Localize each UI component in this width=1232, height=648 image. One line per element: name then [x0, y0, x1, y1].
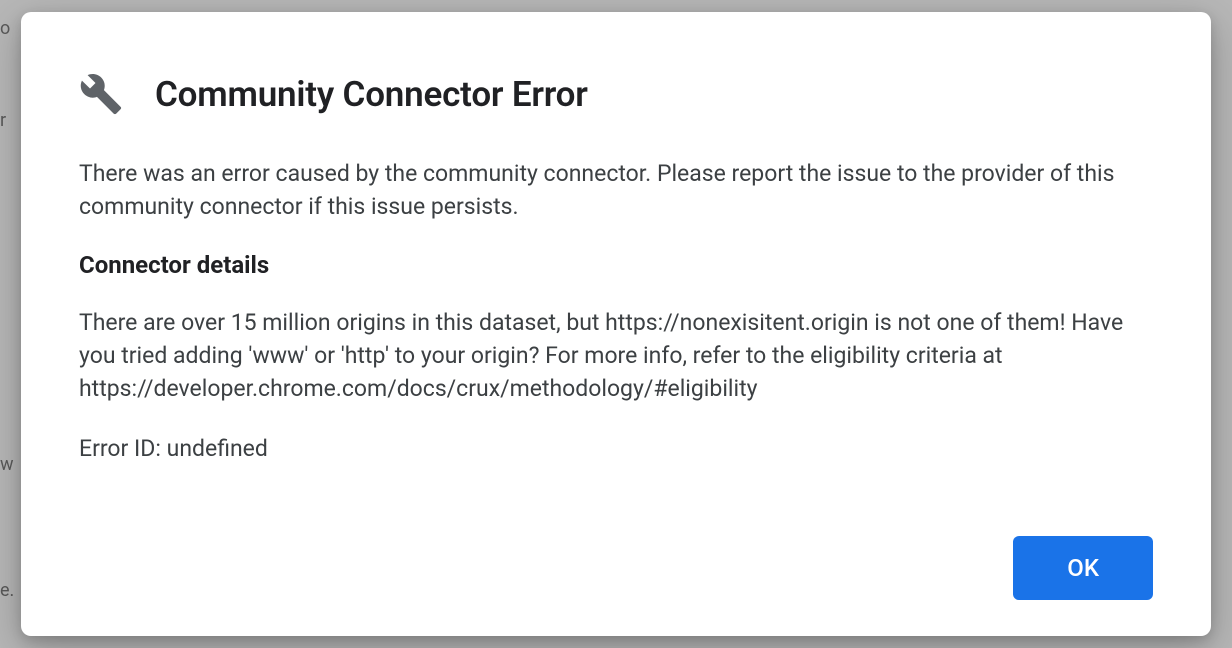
connector-details-heading: Connector details	[79, 251, 1153, 279]
connector-details-body: There are over 15 million origins in thi…	[79, 307, 1153, 405]
modal-scrim: Community Connector Error There was an e…	[0, 0, 1232, 648]
error-id-line: Error ID: undefined	[79, 433, 1153, 466]
dialog-header: Community Connector Error	[79, 72, 1153, 116]
dialog-body: There was an error caused by the communi…	[79, 158, 1153, 466]
dialog-footer: OK	[79, 536, 1153, 600]
ok-button[interactable]: OK	[1013, 536, 1153, 600]
dialog-title: Community Connector Error	[155, 74, 588, 115]
wrench-icon	[79, 72, 123, 116]
error-dialog: Community Connector Error There was an e…	[21, 12, 1211, 636]
dialog-intro-text: There was an error caused by the communi…	[79, 158, 1153, 223]
